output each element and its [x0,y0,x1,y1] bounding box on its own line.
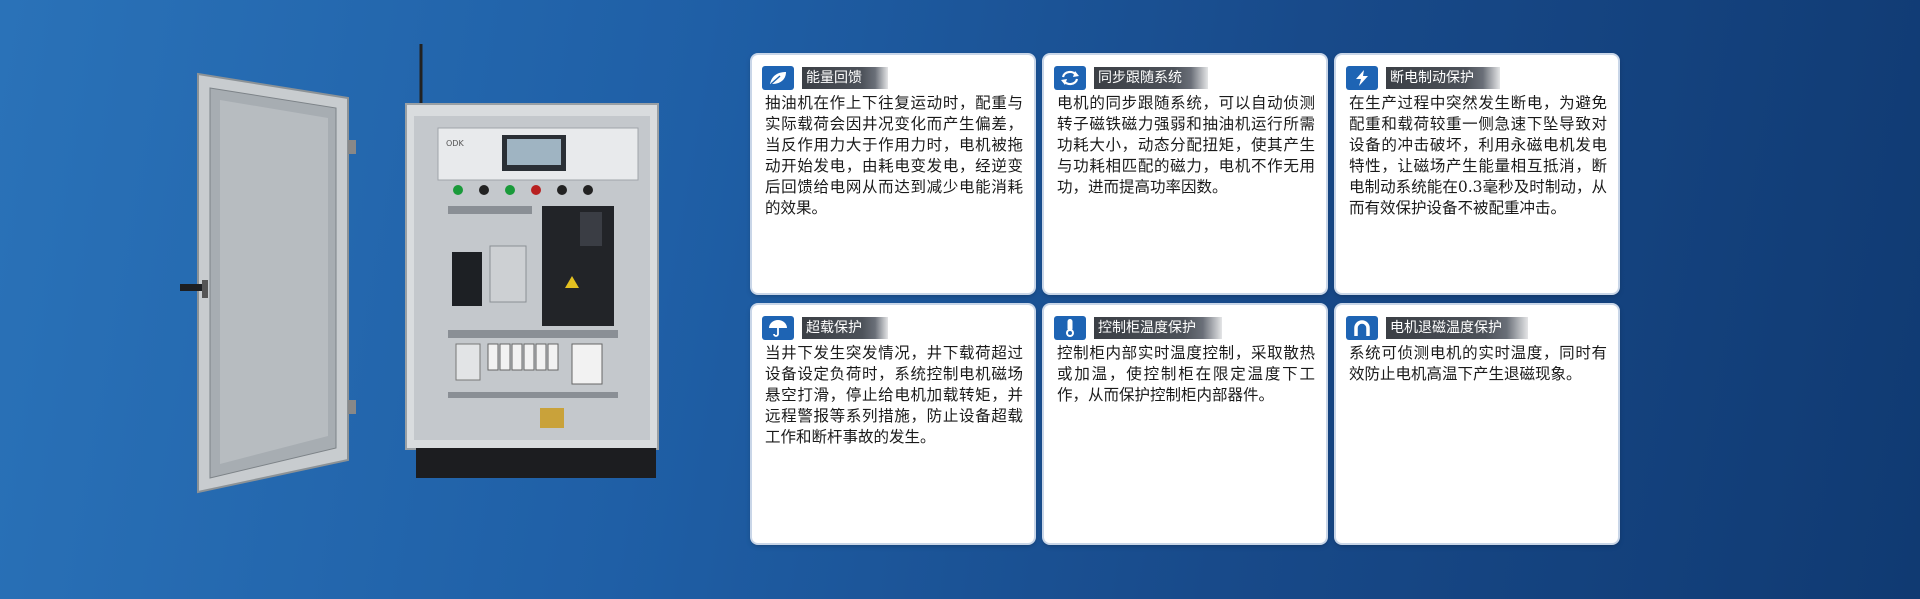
card-header: 电机退磁温度保护 [1346,316,1528,340]
card-title: 超载保护 [802,317,888,339]
card-description: 系统可侦测电机的实时温度，同时有效防止电机高温下产生退磁现象。 [1349,344,1607,383]
card-description: 在生产过程中突然发生断电，为避免配重和载荷较重一侧急速下坠导致对设备的冲击破坏，… [1349,94,1607,217]
card-header: 能量回馈 [762,66,888,90]
card-title: 同步跟随系统 [1094,67,1208,89]
sync-icon [1054,66,1086,90]
card-title: 断电制动保护 [1386,67,1500,89]
feature-cards: 能量回馈 抽油机在作上下往复运动时，配重与实际载荷会因井况变化而产生偏差，当反作… [752,55,1618,545]
feature-card-overload-protection: 超载保护 当井下发生突发情况，井下载荷超过设备设定负荷时，系统控制电机磁场悬空打… [752,305,1034,543]
magnet-icon [1346,316,1378,340]
card-title: 电机退磁温度保护 [1386,317,1528,339]
control-cabinet-image: ODK [180,40,680,510]
card-description: 电机的同步跟随系统，可以自动侦测转子磁铁磁力强弱和抽油机运行所需功耗大小，动态分… [1057,94,1315,196]
card-description: 控制柜内部实时温度控制，采取散热或加温，使控制柜在限定温度下工作，从而保护控制柜… [1057,344,1315,404]
card-description: 当井下发生突发情况，井下载荷超过设备设定负荷时，系统控制电机磁场悬空打滑，停止给… [765,344,1023,446]
card-title: 控制柜温度保护 [1094,317,1222,339]
leaf-icon [762,66,794,90]
card-description: 抽油机在作上下往复运动时，配重与实际载荷会因井况变化而产生偏差，当反作用力大于作… [765,94,1023,217]
feature-card-demagnetization-temperature: 电机退磁温度保护 系统可侦测电机的实时温度，同时有效防止电机高温下产生退磁现象。 [1336,305,1618,543]
lightning-icon [1346,66,1378,90]
feature-card-sync-follow: 同步跟随系统 电机的同步跟随系统，可以自动侦测转子磁铁磁力强弱和抽油机运行所需功… [1044,55,1326,293]
card-header: 控制柜温度保护 [1054,316,1222,340]
card-header: 超载保护 [762,316,888,340]
umbrella-icon [762,316,794,340]
card-title: 能量回馈 [802,67,888,89]
feature-card-cabinet-temperature: 控制柜温度保护 控制柜内部实时温度控制，采取散热或加温，使控制柜在限定温度下工作… [1044,305,1326,543]
thermometer-icon [1054,316,1086,340]
svg-text:ODK: ODK [446,139,464,148]
feature-card-power-off-brake: 断电制动保护 在生产过程中突然发生断电，为避免配重和载荷较重一侧急速下坠导致对设… [1336,55,1618,293]
card-header: 同步跟随系统 [1054,66,1208,90]
card-header: 断电制动保护 [1346,66,1500,90]
feature-card-energy-feedback: 能量回馈 抽油机在作上下往复运动时，配重与实际载荷会因井况变化而产生偏差，当反作… [752,55,1034,293]
